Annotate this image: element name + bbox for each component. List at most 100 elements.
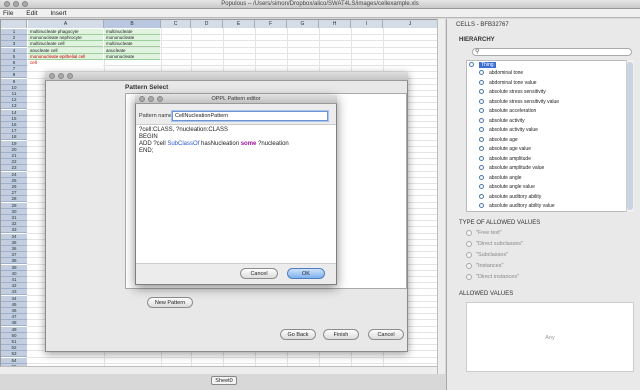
cell-a[interactable]: multinucleate cell	[28, 41, 103, 48]
row-header[interactable]: 42	[1, 283, 27, 290]
row-header[interactable]: 53	[1, 351, 27, 358]
column-header-j[interactable]: J	[383, 20, 438, 28]
cell-a[interactable]: mononucleate nephrocyte	[28, 35, 103, 42]
close-window-icon[interactable]	[4, 1, 10, 7]
row-header[interactable]: 25	[1, 177, 27, 184]
cell-a[interactable]: mononucleate epithelial cell	[28, 53, 103, 60]
oppl-code-editor[interactable]: ?cell:CLASS, ?nucleation:CLASS BEGIN ADD…	[136, 124, 336, 264]
hierarchy-item[interactable]: absolute age	[479, 137, 518, 145]
hierarchy-item[interactable]: absolute amplitude	[479, 156, 531, 164]
hierarchy-item[interactable]: absolute activity value	[479, 127, 538, 135]
row-header[interactable]: 2	[1, 35, 27, 42]
row-header[interactable]: 31	[1, 215, 27, 221]
hierarchy-root-item[interactable]: Thing	[469, 62, 496, 70]
row-header[interactable]: 41	[1, 277, 27, 283]
row-header[interactable]: 43	[1, 289, 27, 296]
row-header[interactable]: 39	[1, 264, 27, 271]
column-header-d[interactable]: D	[191, 20, 223, 28]
minimize-window-icon[interactable]	[13, 1, 19, 7]
row-header[interactable]: 29	[1, 202, 27, 209]
cell-b[interactable]: multinucleate	[104, 41, 160, 48]
hierarchy-item[interactable]: absolute age value	[479, 146, 531, 154]
hierarchy-item[interactable]: absolute activity	[479, 118, 525, 126]
zoom-window-icon[interactable]	[22, 1, 28, 7]
row-header[interactable]: 50	[1, 332, 27, 339]
row-header[interactable]: 9	[1, 78, 27, 85]
cell-b[interactable]: mononucleate	[104, 53, 160, 60]
row-header[interactable]: 35	[1, 239, 27, 246]
row-header[interactable]: 11	[1, 91, 27, 97]
row-header[interactable]: 18	[1, 134, 27, 141]
oppl-cancel-button[interactable]: Cancel	[240, 268, 278, 279]
column-header-b[interactable]: B	[104, 20, 161, 28]
row-header[interactable]: 30	[1, 208, 27, 215]
row-header[interactable]: 34	[1, 233, 27, 240]
hierarchy-item[interactable]: absolute amplitude value	[479, 165, 544, 173]
row-header[interactable]: 38	[1, 258, 27, 265]
minimize-dialog-icon[interactable]	[148, 96, 154, 102]
row-header[interactable]: 3	[1, 41, 27, 48]
row-header[interactable]: 22	[1, 159, 27, 166]
column-header-f[interactable]: F	[255, 20, 287, 28]
row-header[interactable]: 16	[1, 122, 27, 128]
radio-free-text[interactable]: "Free text"	[466, 229, 502, 237]
cancel-pattern-select-button[interactable]: Cancel	[368, 329, 404, 340]
row-header[interactable]: 21	[1, 153, 27, 159]
oppl-ok-button[interactable]: OK	[287, 268, 325, 279]
hierarchy-item[interactable]: absolute auditory ability	[479, 194, 541, 202]
row-header[interactable]: 51	[1, 339, 27, 345]
column-header-c[interactable]: C	[161, 20, 191, 28]
row-header[interactable]: 27	[1, 190, 27, 197]
cell-a[interactable]: anucleate cell	[28, 47, 103, 54]
sheet-tab[interactable]: Sheet0	[211, 376, 237, 385]
row-header[interactable]: 54	[1, 357, 27, 364]
row-header[interactable]: 10	[1, 84, 27, 91]
hierarchy-item[interactable]: absolute angle value	[479, 184, 535, 192]
hierarchy-search-input[interactable]: ⚲	[472, 48, 632, 56]
row-header[interactable]: 52	[1, 345, 27, 352]
column-header-i[interactable]: I	[351, 20, 383, 28]
corner-header[interactable]	[1, 20, 27, 28]
hierarchy-item[interactable]: absolute angle	[479, 175, 522, 183]
finish-button[interactable]: Finish	[323, 329, 359, 340]
close-dialog-icon[interactable]	[49, 73, 55, 79]
go-back-button[interactable]: Go Back	[280, 329, 316, 340]
row-header[interactable]: 45	[1, 301, 27, 308]
radio-instances[interactable]: "Instances"	[466, 262, 503, 270]
hierarchy-scroll-thumb[interactable]	[627, 62, 633, 210]
menu-insert[interactable]: Insert	[50, 9, 66, 18]
radio-direct-instances[interactable]: "Direct instances"	[466, 273, 519, 281]
menu-file[interactable]: File	[3, 9, 13, 18]
new-pattern-button[interactable]: New Pattern	[147, 297, 193, 308]
row-header[interactable]: 40	[1, 270, 27, 277]
allowed-values-list[interactable]: Any	[466, 302, 634, 372]
close-dialog-icon[interactable]	[139, 96, 145, 102]
row-header[interactable]: 28	[1, 196, 27, 203]
cell-b[interactable]: anucleate	[104, 47, 160, 54]
cell-a[interactable]: cell	[28, 60, 103, 66]
row-header[interactable]: 24	[1, 171, 27, 178]
row-header[interactable]: 7	[1, 66, 27, 73]
row-header[interactable]: 33	[1, 227, 27, 234]
hierarchy-item[interactable]: absolute auditory ability value	[479, 203, 555, 211]
row-header[interactable]: 49	[1, 326, 27, 333]
row-header[interactable]: 37	[1, 252, 27, 259]
column-header-h[interactable]: H	[319, 20, 351, 28]
cell-b[interactable]: multinucleate	[104, 29, 160, 35]
column-header-e[interactable]: E	[223, 20, 255, 28]
cell-b[interactable]: mononucleate	[104, 35, 160, 42]
row-header[interactable]: 8	[1, 72, 27, 79]
pattern-name-input[interactable]: CellNucleationPattern	[172, 111, 328, 121]
hierarchy-item[interactable]: abdominal tone value	[479, 80, 537, 88]
row-header[interactable]: 26	[1, 184, 27, 190]
row-header[interactable]: 17	[1, 128, 27, 135]
row-header[interactable]: 1	[1, 29, 27, 35]
row-header[interactable]: 5	[1, 53, 27, 60]
row-header[interactable]: 20	[1, 146, 27, 153]
hierarchy-tree[interactable]: Thing abdominal tone abdominal tone value…	[466, 60, 634, 212]
row-header[interactable]: 44	[1, 295, 27, 302]
column-header-g[interactable]: G	[287, 20, 319, 28]
minimize-dialog-icon[interactable]	[58, 73, 64, 79]
column-header-a[interactable]: A	[28, 20, 104, 28]
radio-subclasses[interactable]: "Subclasses"	[466, 251, 508, 259]
